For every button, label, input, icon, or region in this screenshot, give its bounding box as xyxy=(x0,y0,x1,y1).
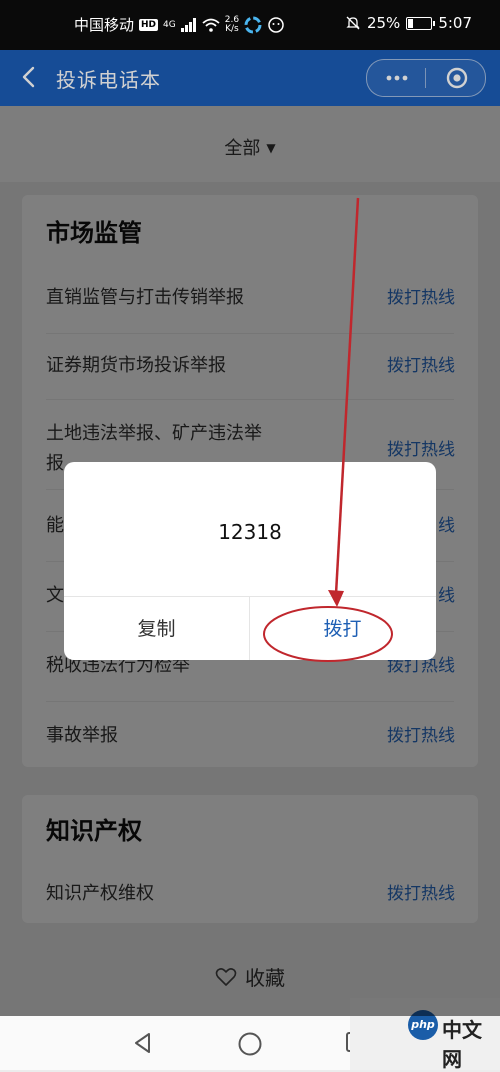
bell-muted-icon xyxy=(346,16,360,30)
title-bar-shade xyxy=(0,50,500,106)
dialog-phone-number: 12318 xyxy=(218,520,282,544)
face-notification-icon xyxy=(268,16,284,33)
phone-action-dialog: 12318 复制 拨打 xyxy=(64,462,436,660)
dial-button[interactable]: 拨打 xyxy=(250,597,435,660)
dialog-actions: 复制 拨打 xyxy=(64,596,436,660)
wifi-icon xyxy=(202,18,220,32)
speed-unit: K/s xyxy=(225,23,239,34)
status-left: 中国移动 HD 4G 2.6 K/s xyxy=(74,14,285,35)
battery-fill xyxy=(408,18,414,28)
watermark-text: 中文网 xyxy=(442,1018,482,1071)
status-bar: 中国移动 HD 4G 2.6 K/s 25% 5:07 xyxy=(0,0,500,50)
nav-home-icon[interactable] xyxy=(236,1030,264,1058)
network-speed: 2.6 K/s xyxy=(225,15,239,34)
battery-icon xyxy=(406,16,436,30)
battery-percent: 25% xyxy=(366,14,401,32)
hd-badge: HD xyxy=(139,18,159,31)
status-right: 25% 5:07 xyxy=(345,14,472,32)
nav-back-icon[interactable] xyxy=(130,1030,156,1056)
network-type: 4G xyxy=(163,19,176,30)
clock: 5:07 xyxy=(438,14,472,32)
app-notification-icon xyxy=(244,16,262,33)
carrier-name: 中国移动 xyxy=(74,16,135,34)
signal-icon xyxy=(180,17,196,32)
copy-button[interactable]: 复制 xyxy=(64,597,250,660)
